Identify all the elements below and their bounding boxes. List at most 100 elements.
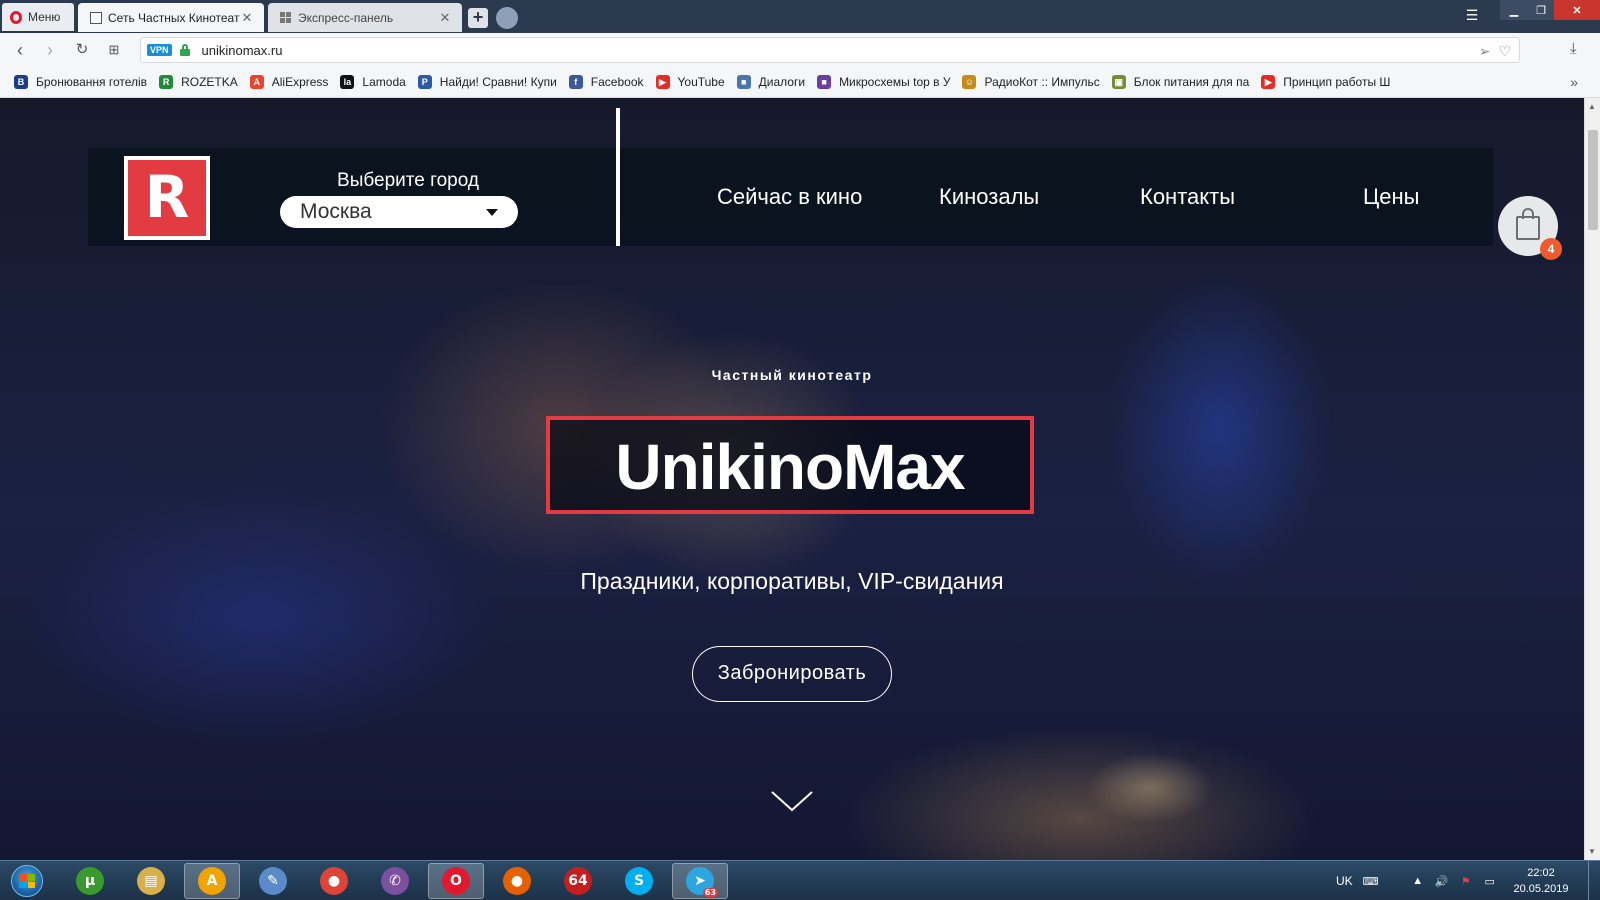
bookmark-item[interactable]: A AliExpress (249, 75, 328, 89)
send-icon[interactable]: ➢ (1479, 43, 1491, 60)
tray-expand-icon[interactable]: ▲ (1411, 875, 1425, 887)
dialogs-icon: ■ (736, 75, 751, 89)
download-icon[interactable]: ⤓ (1570, 40, 1577, 57)
telegram-icon: ➤ 63 (686, 867, 718, 897)
start-button[interactable] (4, 863, 50, 899)
url-text[interactable]: unikinomax.ru (202, 43, 283, 58)
taskbar-app-button[interactable]: ✎ (245, 863, 301, 899)
close-window-icon[interactable]: ✕ (1554, 0, 1600, 20)
windows-logo-icon (19, 874, 35, 888)
aimp-icon: A (198, 867, 226, 895)
taskbar-app-button[interactable]: S (611, 863, 667, 899)
hero-title-frame: UnikinoMax (546, 416, 1034, 514)
language-indicator[interactable]: UK (1336, 874, 1353, 888)
bookmark-item[interactable]: R ROZETKA (159, 75, 238, 89)
taskbar-app-button[interactable]: µ (62, 863, 118, 899)
opera-menu-button[interactable]: Меню (2, 3, 74, 31)
booking-icon: B (14, 75, 28, 89)
bookmark-item[interactable]: ■ Микросхемы top в У (817, 75, 950, 89)
nav-contacts[interactable]: Контакты (1140, 184, 1235, 210)
bookmark-item[interactable]: ☺ РадиоКот :: Импульс (962, 75, 1100, 89)
taskbar-app-button[interactable]: ● (489, 863, 545, 899)
site-logo[interactable]: R (124, 156, 210, 240)
bookmark-item[interactable]: P Найди! Сравни! Купи (417, 75, 557, 89)
clock-time: 22:02 (1527, 867, 1555, 879)
taskbar-app-button[interactable]: ✆ (367, 863, 423, 899)
opera-icon: O (442, 867, 470, 895)
close-tab-icon[interactable]: ✕ (438, 10, 452, 26)
tab-express-panel[interactable]: Экспресс-панель ✕ (268, 3, 462, 32)
city-select[interactable]: Москва (280, 196, 518, 228)
utorrent-icon: µ (76, 867, 104, 895)
bookmarks-bar: B Бронювання готелів R ROZETKA A AliExpress la… (0, 67, 1600, 98)
firefox-icon: ● (503, 867, 531, 895)
bookmark-label: Принцип работы Ш (1283, 75, 1391, 89)
youtube-icon: ▶ (1261, 75, 1276, 89)
bookmark-label: Facebook (590, 75, 644, 89)
address-bar: ‹ › ↻ ⊞ VPN unikinomax.ru ➢ ♡ ⤓ (0, 33, 1600, 67)
vpn-badge[interactable]: VPN (147, 44, 172, 56)
taskbar-app-button[interactable]: A (184, 863, 240, 899)
tab-search-icon[interactable] (496, 7, 518, 29)
scroll-up-arrow-icon[interactable]: ▲ (1588, 102, 1596, 111)
power-supply-icon: ▣ (1111, 75, 1126, 89)
menu-label: Меню (28, 10, 61, 24)
page-scrollbar[interactable]: ▲ ▼ (1584, 98, 1600, 860)
taskbar-app-button[interactable]: O (428, 863, 484, 899)
bookmark-heart-icon[interactable]: ♡ (1498, 43, 1511, 60)
show-desktop-button[interactable] (1588, 861, 1600, 900)
city-label: Выберите город (337, 170, 479, 191)
browser-tab-strip: Меню Сеть Частных Кинотеатров UnikinoMax… (0, 0, 1600, 33)
minimize-icon[interactable]: ▁ (1500, 0, 1528, 20)
nav-prices[interactable]: Цены (1363, 184, 1419, 210)
bookmark-label: Блок питания для па (1133, 75, 1250, 89)
book-button[interactable]: Забронировать (692, 646, 892, 702)
header-divider (616, 108, 620, 246)
hero-section: R Выберите город Москва Сейчас в кино Ки… (0, 98, 1584, 860)
taskbar-app-button[interactable]: ● (306, 863, 362, 899)
scrollbar-thumb[interactable] (1588, 130, 1598, 230)
bookmark-label: РадиоКот :: Импульс (984, 75, 1100, 89)
nav-cinema-halls[interactable]: Кинозалы (939, 184, 1039, 210)
forward-icon[interactable]: › (40, 40, 60, 60)
more-bookmarks-icon[interactable]: » (1570, 74, 1578, 90)
scroll-down-chevron-icon[interactable] (770, 790, 814, 814)
tab-unikinomax[interactable]: Сеть Частных Кинотеатров UnikinoMax ✕ (78, 3, 264, 32)
scroll-down-arrow-icon[interactable]: ▼ (1588, 847, 1596, 856)
action-center-flag-icon[interactable]: ⚑ (1459, 875, 1473, 888)
lock-icon[interactable] (179, 44, 190, 56)
bookmark-item[interactable]: B Бронювання готелів (14, 75, 147, 89)
tab-title: Сеть Частных Кинотеатров UnikinoMax (108, 10, 240, 25)
nav-now-showing[interactable]: Сейчас в кино (717, 184, 862, 210)
windows-taskbar: µ ▤ A ✎ ● ✆ O ● 64 S ➤ 63 UK ⌨ ▲ 🔊 ⚑ ▭ 22:02 20.05.… (0, 860, 1600, 900)
bookmark-label: Микросхемы top в У (839, 75, 951, 89)
back-icon[interactable]: ‹ (10, 40, 30, 60)
reload-icon[interactable]: ↻ (72, 40, 92, 60)
opera-logo-icon (10, 10, 22, 24)
bookmark-item[interactable]: ▶ Принцип работы Ш (1261, 75, 1390, 89)
bookmark-label: Найди! Сравни! Купи (439, 75, 557, 89)
restore-icon[interactable]: ❐ (1528, 0, 1554, 20)
tab-menu-icon[interactable]: ☰ (1464, 7, 1480, 23)
network-icon[interactable]: ▭ (1483, 875, 1497, 888)
taskbar-app-button[interactable]: 64 (550, 863, 606, 899)
bookmark-item[interactable]: la Lamoda (340, 75, 406, 89)
url-field[interactable]: VPN unikinomax.ru ➢ ♡ (140, 37, 1520, 63)
aida64-icon: 64 (564, 867, 592, 895)
new-tab-button[interactable]: + (468, 8, 488, 28)
taskbar-app-button[interactable]: ➤ 63 (672, 863, 728, 899)
viber-icon: ✆ (381, 867, 409, 895)
bookmark-item[interactable]: ▣ Блок питания для па (1111, 75, 1250, 89)
bookmark-item[interactable]: f Facebook (568, 75, 644, 89)
unread-badge: 63 (702, 888, 718, 897)
speed-dial-button-icon[interactable]: ⊞ (104, 40, 124, 60)
bookmark-item[interactable]: ▶ YouTube (655, 75, 725, 89)
keyboard-icon[interactable]: ⌨ (1363, 875, 1379, 888)
taskbar-app-button[interactable]: ▤ (123, 863, 179, 899)
bookmark-item[interactable]: ■ Диалоги (736, 75, 805, 89)
shopping-bag-body (1516, 216, 1540, 240)
taskbar-clock[interactable]: 22:02 20.05.2019 (1498, 865, 1584, 897)
volume-icon[interactable]: 🔊 (1435, 875, 1449, 888)
radiokot-icon: ☺ (962, 75, 977, 89)
close-tab-icon[interactable]: ✕ (240, 10, 254, 26)
